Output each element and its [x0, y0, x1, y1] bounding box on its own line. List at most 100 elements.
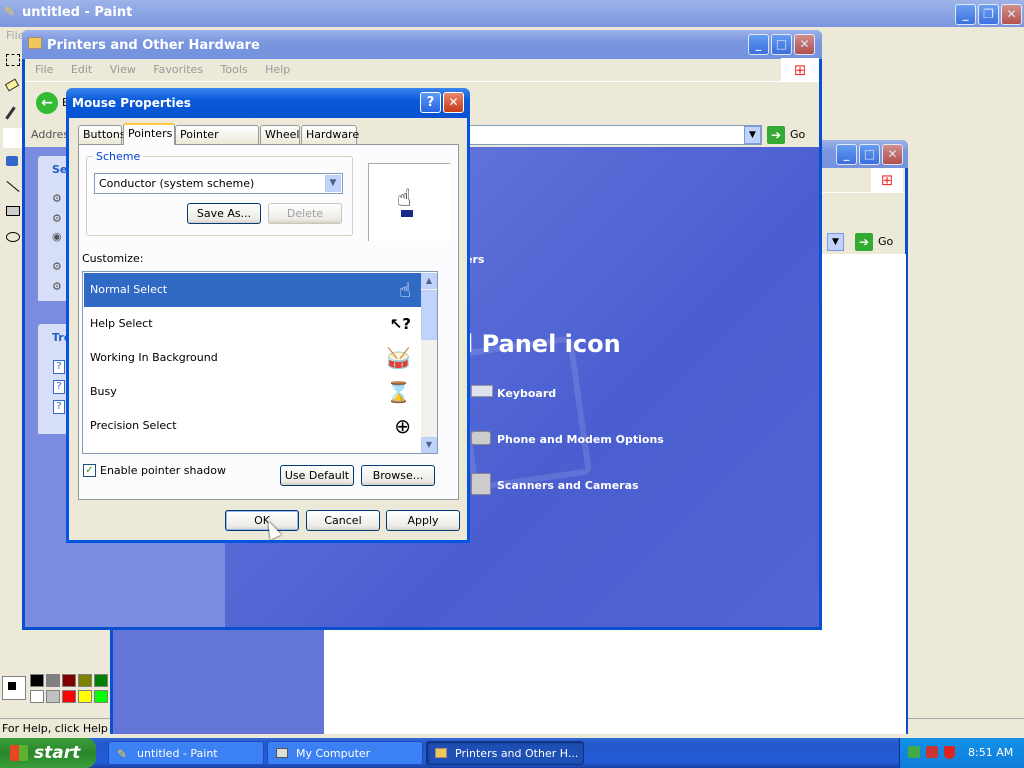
scheme-select[interactable]: Conductor (system scheme) ▼ [94, 173, 343, 194]
tab-pointers[interactable]: Pointers [123, 123, 175, 145]
tab-wheel[interactable]: Wheel [260, 125, 300, 144]
tab-strip: Buttons Pointers Pointer Options Wheel H… [78, 123, 458, 159]
task-printers[interactable]: Printers and Other H... [426, 741, 584, 765]
eraser-tool-icon[interactable] [4, 78, 20, 92]
scroll-thumb[interactable] [421, 290, 437, 340]
help-icon-3[interactable]: ? [53, 400, 65, 414]
mycomputer-address-dropdown[interactable]: ▼ [827, 233, 844, 251]
picker-tool-icon[interactable] [5, 106, 16, 120]
menu-tools[interactable]: Tools [221, 63, 248, 76]
paint-minimize-button[interactable]: _ [955, 4, 976, 25]
menu-favorites[interactable]: Favorites [153, 63, 203, 76]
palette-color[interactable] [30, 690, 44, 703]
use-default-button[interactable]: Use Default [280, 465, 354, 486]
start-label: start [34, 743, 81, 763]
network-tray-icon[interactable] [908, 746, 920, 758]
save-as-button[interactable]: Save As... [187, 203, 261, 224]
task-icon-1[interactable]: ⚙ [52, 192, 62, 205]
browse-button[interactable]: Browse... [361, 465, 435, 486]
help-icon-1[interactable]: ? [53, 360, 65, 374]
palette-color[interactable] [46, 674, 60, 687]
mycomputer-minimize-button[interactable]: _ [836, 144, 857, 165]
cursor-row-help-select[interactable]: Help Select ↖? [84, 307, 421, 341]
shield-tray-icon[interactable] [944, 746, 955, 759]
cursor-row-normal-select[interactable]: Normal Select ☝ [84, 273, 421, 307]
menu-help[interactable]: Help [265, 63, 290, 76]
scheme-dropdown-icon[interactable]: ▼ [325, 175, 341, 192]
cursor-list-scrollbar[interactable]: ▲ ▼ [421, 273, 437, 453]
keyboard-icon[interactable] [471, 385, 493, 397]
cursor-list-items: Normal Select ☝ Help Select ↖? Working I… [84, 273, 421, 453]
help-icon-2[interactable]: ? [53, 380, 65, 394]
scroll-up-icon[interactable]: ▲ [421, 273, 437, 289]
dialog-close-button[interactable]: ✕ [443, 92, 464, 113]
address-input[interactable] [468, 125, 762, 145]
cancel-button[interactable]: Cancel [306, 510, 380, 531]
ok-button[interactable]: OK [225, 510, 299, 531]
keyboard-link[interactable]: Keyboard [497, 387, 556, 400]
ellipse-tool-icon[interactable] [6, 232, 20, 242]
pointer-shadow-checkbox[interactable]: ✓ [83, 464, 96, 477]
delete-button[interactable]: Delete [268, 203, 342, 224]
security-tray-icon[interactable] [926, 746, 938, 758]
cursor-list[interactable]: Normal Select ☝ Help Select ↖? Working I… [82, 271, 438, 454]
task-paint[interactable]: ✎ untitled - Paint [108, 741, 264, 765]
task-mycomputer[interactable]: My Computer [267, 741, 423, 765]
start-button[interactable]: start [0, 738, 96, 768]
task-icon-4[interactable]: ⚙ [52, 260, 62, 273]
printers-minimize-button[interactable]: _ [748, 34, 769, 55]
paint-close-button[interactable]: ✕ [1001, 4, 1022, 25]
folder-task-icon [435, 748, 447, 758]
apply-button[interactable]: Apply [386, 510, 460, 531]
mycomputer-close-button[interactable]: ✕ [882, 144, 903, 165]
palette-color[interactable] [78, 674, 92, 687]
palette-color[interactable] [62, 690, 76, 703]
printers-maximize-button[interactable]: □ [771, 34, 792, 55]
task-icon-2[interactable]: ⚙ [52, 212, 62, 225]
brush-tool-icon[interactable] [6, 156, 18, 166]
phone-icon[interactable] [471, 431, 491, 445]
pointer-shadow-label[interactable]: Enable pointer shadow [100, 464, 226, 477]
cursor-row-busy[interactable]: Busy ⌛ [84, 375, 421, 409]
rectangle-tool-icon[interactable] [6, 206, 20, 216]
address-dropdown[interactable]: ▼ [744, 126, 761, 144]
line-tool-icon[interactable] [6, 180, 20, 193]
task-icon-5[interactable]: ⚙ [52, 280, 62, 293]
go-arrow-icon[interactable]: ➔ [767, 126, 785, 144]
menu-edit[interactable]: Edit [71, 63, 92, 76]
tab-buttons[interactable]: Buttons [78, 125, 126, 144]
cursor-row-precision-select[interactable]: Precision Select ⊕ [84, 409, 421, 443]
pencil-tool-icon[interactable] [3, 128, 23, 148]
menu-view[interactable]: View [110, 63, 136, 76]
phone-modem-link[interactable]: Phone and Modem Options [497, 433, 664, 446]
palette-color[interactable] [62, 674, 76, 687]
paint-title: untitled - Paint [22, 5, 133, 20]
go-label[interactable]: Go [790, 128, 805, 141]
printers-menubar: File Edit View Favorites Tools Help ⊞ [25, 58, 819, 82]
menu-file[interactable]: File [35, 63, 53, 76]
cursor-row-working-background[interactable]: Working In Background 🥁 [84, 341, 421, 375]
palette-color[interactable] [94, 690, 108, 703]
help-button[interactable]: ? [420, 92, 441, 113]
palette-color[interactable] [78, 690, 92, 703]
palette-color[interactable] [30, 674, 44, 687]
task-icon-3[interactable]: ◉ [52, 230, 62, 243]
watermark-check-icon [453, 335, 593, 491]
palette-color[interactable] [46, 690, 60, 703]
mycomputer-maximize-button[interactable]: □ [859, 144, 880, 165]
tab-pointer-options[interactable]: Pointer Options [175, 125, 259, 159]
printers-close-button[interactable]: ✕ [794, 34, 815, 55]
cursor-label: Help Select [90, 317, 153, 330]
select-tool-icon[interactable] [6, 54, 20, 66]
back-arrow-icon[interactable]: ← [36, 92, 58, 114]
mycomputer-go-label[interactable]: Go [878, 235, 893, 248]
scroll-down-icon[interactable]: ▼ [421, 437, 437, 453]
palette-color[interactable] [94, 674, 108, 687]
mycomputer-go-arrow-icon[interactable]: ➔ [855, 233, 873, 251]
computer-task-icon [276, 748, 288, 758]
scanner-icon[interactable] [471, 473, 491, 495]
scanners-cameras-link[interactable]: Scanners and Cameras [497, 479, 639, 492]
paint-maximize-button[interactable]: ❐ [978, 4, 999, 25]
tab-hardware[interactable]: Hardware [301, 125, 359, 144]
printers-folder-icon [28, 37, 42, 49]
